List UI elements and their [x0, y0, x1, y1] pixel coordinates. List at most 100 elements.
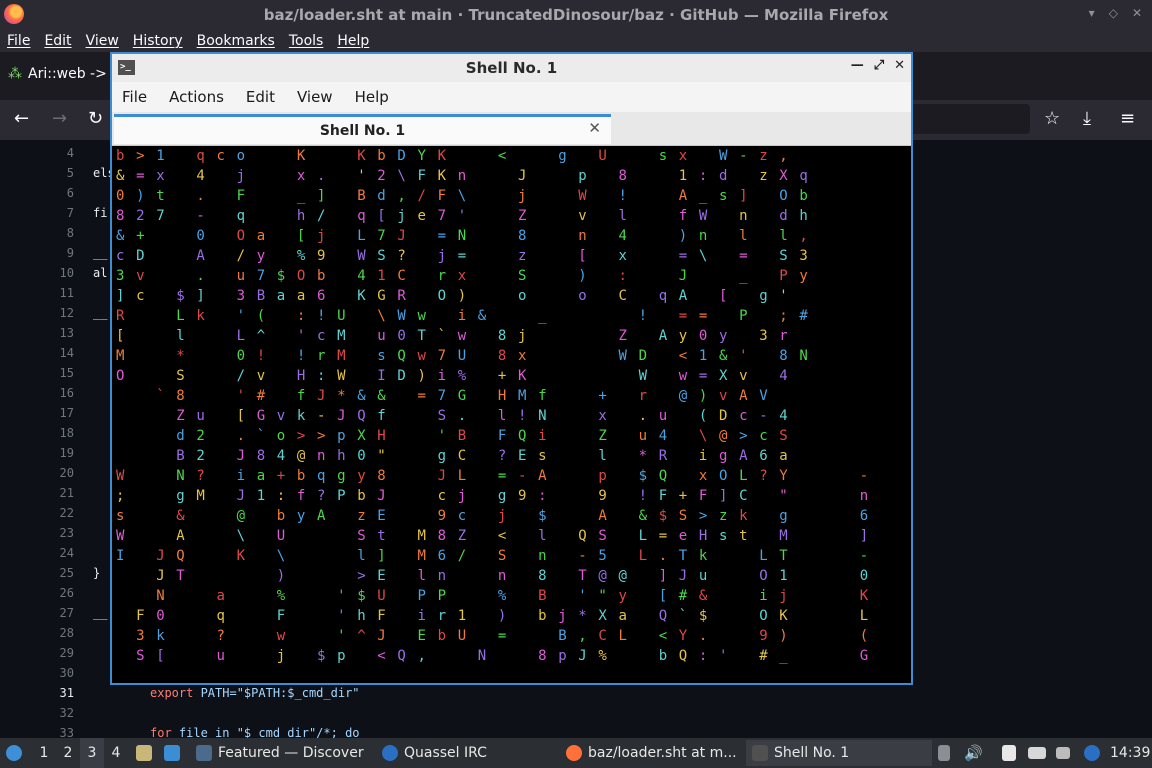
terminal-menu-view[interactable]: View: [297, 88, 333, 106]
tab-label: Ari::web ->: [28, 66, 107, 82]
matrix-glyph: b: [276, 508, 286, 524]
matrix-glyph: 7: [437, 348, 447, 364]
matrix-glyph: :: [317, 368, 326, 384]
back-icon[interactable]: ←: [14, 108, 29, 129]
matrix-glyph: F: [276, 608, 286, 624]
terminal-output[interactable]: b >1 q c o K Kb D Y K < g Us x W - z, & = x 4 j x. ' 2 \ F Kn Jp 8 1: d…: [112, 146, 911, 683]
bookmark-star-icon[interactable]: ☆: [1044, 108, 1060, 129]
matrix-glyph: >: [739, 428, 748, 444]
matrix-glyph: y: [618, 588, 627, 604]
tray-quassel-icon[interactable]: [1084, 743, 1100, 763]
matrix-glyph: k: [739, 508, 748, 524]
matrix-glyph: j: [518, 188, 527, 204]
tray-clipboard-icon[interactable]: [938, 743, 950, 763]
discover-icon: [196, 745, 212, 761]
desktop-switch-1[interactable]: 1: [32, 738, 56, 768]
matrix-glyph: B: [538, 588, 547, 604]
clock[interactable]: 14:39: [1110, 743, 1150, 763]
menu-help[interactable]: Help: [337, 33, 369, 49]
matrix-glyph: W: [719, 148, 728, 164]
matrix-glyph: =: [457, 248, 467, 264]
terminal-tab[interactable]: Shell No. 1 ✕: [114, 114, 611, 144]
matrix-glyph: *: [638, 448, 648, 464]
line-number: 8: [66, 226, 74, 240]
matrix-glyph: K: [236, 548, 246, 564]
terminal-tab-label: Shell No. 1: [319, 122, 406, 139]
matrix-glyph: N: [538, 408, 547, 424]
tray-notes-icon[interactable]: [1002, 743, 1016, 763]
code-fragment: fi: [93, 206, 108, 220]
matrix-glyph: F: [136, 608, 145, 624]
terminal-menu-edit[interactable]: Edit: [246, 88, 275, 106]
terminal-window[interactable]: >_ Shell No. 1 — ⤢ ✕ File Actions Edit V…: [110, 52, 913, 685]
matrix-glyph: F: [437, 188, 447, 204]
firefox-tab[interactable]: ⁂ Ari::web ->: [8, 66, 107, 82]
tray-volume-icon[interactable]: 🔊: [964, 743, 983, 763]
tray-network-icon[interactable]: [1028, 743, 1046, 763]
menu-view[interactable]: View: [86, 33, 119, 49]
close-icon[interactable]: ✕: [894, 58, 905, 73]
restore-icon[interactable]: ◇: [1109, 6, 1118, 20]
menu-edit[interactable]: Edit: [44, 33, 71, 49]
matrix-glyph: G: [256, 408, 266, 424]
matrix-glyph: o: [578, 288, 587, 304]
matrix-glyph: ): [417, 368, 426, 384]
desktop-switch-3[interactable]: 3: [80, 738, 104, 768]
menu-history[interactable]: History: [133, 33, 183, 49]
matrix-glyph: @: [296, 448, 306, 464]
minimize-icon[interactable]: —: [851, 58, 864, 73]
menu-file[interactable]: File: [7, 33, 30, 49]
hamburger-menu-icon[interactable]: ≡: [1120, 108, 1135, 129]
taskbar-app-quassel[interactable]: Quassel IRC: [382, 743, 487, 763]
desktop-switch-2[interactable]: 2: [56, 738, 80, 768]
firefox-titlebar[interactable]: baz/loader.sht at main · TruncatedDinoso…: [0, 0, 1152, 30]
matrix-glyph: Z: [518, 208, 527, 224]
matrix-glyph: w: [457, 328, 467, 344]
menu-tools[interactable]: Tools: [289, 33, 324, 49]
taskbar-app-firefox[interactable]: baz/loader.sht at m...: [566, 743, 737, 763]
matrix-glyph: %: [497, 588, 507, 604]
matrix-glyph: ): [276, 568, 286, 584]
file-manager-icon[interactable]: [136, 743, 152, 763]
matrix-glyph: A: [538, 468, 547, 484]
menu-bookmarks[interactable]: Bookmarks: [197, 33, 275, 49]
terminal-titlebar[interactable]: >_ Shell No. 1 — ⤢ ✕: [112, 54, 911, 82]
taskbar-app-discover[interactable]: Featured — Discover: [196, 743, 364, 763]
line-number: 21: [59, 486, 74, 500]
downloads-icon[interactable]: ⤓: [1083, 108, 1091, 129]
matrix-glyph: Q: [678, 648, 688, 664]
matrix-glyph: B: [176, 448, 185, 464]
maximize-icon[interactable]: ⤢: [874, 58, 884, 73]
matrix-glyph: r: [638, 388, 648, 404]
matrix-glyph: &: [698, 588, 708, 604]
matrix-glyph: a: [256, 228, 266, 244]
tab-close-icon[interactable]: ✕: [588, 119, 601, 137]
tray-chat-icon[interactable]: [1056, 743, 1070, 763]
matrix-glyph: Q: [397, 348, 406, 364]
terminal-menu-file[interactable]: File: [122, 88, 147, 106]
matrix-glyph: ': [296, 328, 306, 344]
terminal-menu-actions[interactable]: Actions: [169, 88, 224, 106]
matrix-glyph: 9: [518, 488, 527, 504]
matrix-glyph: 3: [799, 248, 808, 264]
matrix-glyph: W: [638, 368, 648, 384]
matrix-glyph: Q: [658, 468, 668, 484]
matrix-glyph: C: [457, 448, 467, 464]
matrix-glyph: v: [719, 388, 728, 404]
matrix-glyph: =: [497, 628, 507, 644]
matrix-glyph: P: [437, 588, 447, 604]
desktop-switch-4[interactable]: 4: [104, 738, 128, 768]
terminal-menu-help[interactable]: Help: [355, 88, 389, 106]
url-bar[interactable]: [900, 104, 1030, 134]
show-desktop-icon[interactable]: [164, 743, 180, 763]
close-icon[interactable]: ✕: [1132, 6, 1142, 20]
forward-icon[interactable]: →: [52, 108, 67, 129]
matrix-glyph: L: [859, 608, 869, 624]
reload-icon[interactable]: ↻: [88, 108, 103, 129]
app-launcher-icon[interactable]: [6, 743, 22, 763]
matrix-glyph: l: [176, 328, 185, 344]
taskbar-app-terminal[interactable]: Shell No. 1: [746, 740, 932, 766]
minimize-icon[interactable]: ▾: [1089, 6, 1095, 20]
matrix-glyph: 8: [518, 228, 527, 244]
matrix-glyph: j: [317, 228, 326, 244]
